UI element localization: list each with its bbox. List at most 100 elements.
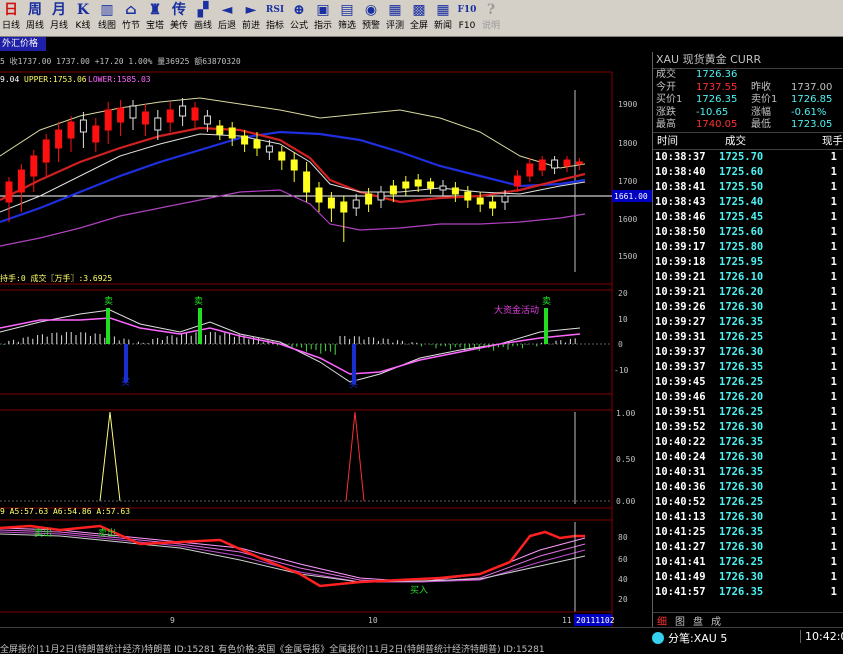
candle-body: [179, 105, 187, 117]
toolbar-icon-18: ▦: [436, 2, 450, 18]
ma-blue-line: [0, 130, 586, 224]
toolbar-button-14[interactable]: ▤ 筛选: [336, 0, 358, 36]
tick-time: 10:41:57: [655, 585, 706, 598]
kd-line-3: [0, 531, 586, 583]
toolbar-label-13: 指示: [313, 21, 332, 31]
tick-time: 10:41:25: [655, 525, 706, 538]
toolbar-icon-9: ◄: [221, 2, 233, 18]
panel2-tick-10: 10: [618, 315, 628, 324]
tick-row: 10:41:41 1726.25 1: [653, 555, 843, 570]
toolbar-icon-1: 周: [28, 2, 42, 18]
toolbar-button-1[interactable]: 周周线: [24, 0, 46, 36]
tick-time: 10:38:43: [655, 195, 706, 208]
quote-row: 最高 1740.05 最低 1723.05: [653, 119, 843, 132]
kd-buy-mark: 买入: [410, 585, 428, 596]
tick-volume: 1: [830, 165, 837, 178]
y-tick-1600: 1600: [618, 215, 637, 224]
quote-label: 涨跌: [656, 106, 676, 118]
quote-label: 买价1: [656, 94, 683, 105]
tab-chart[interactable]: 图: [671, 613, 689, 628]
toolbar-button-15[interactable]: ◉ 预警: [360, 0, 382, 36]
fenbi-indicator[interactable]: 分笔:XAU 5: [652, 630, 727, 646]
tick-time: 10:38:50: [655, 225, 706, 238]
toolbar-label-4: 线图: [97, 21, 116, 31]
main-info: 5 收1737.00 1737.00 +17.20 1.00% 量36925 额…: [0, 56, 241, 66]
tick-row: 10:39:18 1725.95 1: [653, 255, 843, 270]
signal-spike-1: [99, 411, 121, 502]
tick-row: 10:38:50 1725.60 1: [653, 225, 843, 240]
tick-volume: 1: [830, 360, 837, 373]
candle-body: [129, 105, 137, 119]
toolbar-button-18[interactable]: ▦ 新闻: [432, 0, 454, 36]
tick-price: 1725.60: [719, 165, 764, 178]
fenbi-label: 分笔:XAU 5: [668, 632, 728, 645]
tick-volume: 1: [830, 330, 837, 343]
toolbar-button-12[interactable]: ⊕ 公式: [288, 0, 310, 36]
tick-time: 10:38:40: [655, 165, 706, 178]
toolbar-button-16[interactable]: ▦ 评测: [384, 0, 406, 36]
candle-body: [117, 107, 125, 123]
toolbar-button-4[interactable]: ▥ 线图: [96, 0, 118, 36]
price-tab[interactable]: 外汇价格: [0, 37, 46, 51]
toolbar-button-13[interactable]: ▣ 指示: [312, 0, 334, 36]
osc-line-2: [0, 317, 581, 375]
sell-bar-2: [198, 308, 202, 344]
y-tick-1500: 1500: [618, 252, 637, 261]
quote-label: 成交: [656, 69, 676, 80]
toolbar-icon-6: ♜: [148, 2, 162, 18]
toolbar-button-6[interactable]: ♜ 宝塔: [144, 0, 166, 36]
kd-sell-mark-b: 卖出: [98, 527, 116, 539]
toolbar-label-0: 日线: [1, 21, 20, 31]
toolbar-button-0[interactable]: 日日线: [0, 0, 22, 36]
toolbar-button-20[interactable]: ? 说明: [480, 0, 502, 36]
current-price-label: 1661.00: [614, 192, 648, 201]
toolbar-icon-7: 传: [172, 2, 186, 18]
tick-time: 10:41:49: [655, 570, 706, 583]
toolbar-button-19[interactable]: F10 F10: [456, 0, 478, 36]
tab-deal[interactable]: 成: [707, 613, 725, 628]
tick-time: 10:39:21: [655, 270, 706, 283]
tick-price: 1726.20: [719, 285, 764, 298]
buy-bar-1: [124, 344, 128, 382]
quote-row: 今开 1737.55 昨收 1737.00: [653, 82, 843, 95]
tick-volume: 1: [830, 480, 837, 493]
tick-row: 10:41:25 1726.35 1: [653, 525, 843, 540]
ticks-list: 10:38:37 1725.70 1 10:38:40 1725.60 1 10:38:41…: [653, 150, 843, 600]
toolbar-button-10[interactable]: ► 前进: [240, 0, 262, 36]
tick-row: 10:40:22 1726.35 1: [653, 435, 843, 450]
panel2-tick-0: 0: [618, 340, 623, 349]
candle-body: [340, 201, 348, 213]
candle-body: [154, 117, 162, 131]
sell-mark-2: 卖: [194, 296, 203, 307]
quote-value: 1737.00: [791, 81, 833, 93]
panel2-info: 持手:0 成交〖万手〗:3.6925: [0, 273, 112, 283]
toolbar-icon-8: ▞: [197, 2, 209, 18]
toolbar-button-8[interactable]: ▞ 画线: [192, 0, 214, 36]
candle-body: [303, 171, 311, 193]
quote-value: 1723.05: [791, 119, 833, 130]
toolbar-button-7[interactable]: 传美传: [168, 0, 190, 36]
tick-volume: 1: [830, 450, 837, 463]
toolbar-label-16: 评测: [385, 21, 404, 31]
candle-body: [439, 185, 447, 191]
candle-body: [575, 161, 583, 165]
tick-time: 10:41:27: [655, 540, 706, 553]
toolbar-button-11[interactable]: RSI 指标: [264, 0, 286, 36]
tick-time: 10:39:52: [655, 420, 706, 433]
toolbar-button-2[interactable]: 月月线: [48, 0, 70, 36]
panel3-tick-1: 1.00: [616, 409, 635, 418]
tab-detail[interactable]: 细: [653, 613, 671, 628]
kd-line-1: [0, 527, 586, 583]
tick-volume: 1: [830, 315, 837, 328]
tab-board[interactable]: 盘: [689, 613, 707, 628]
toolbar-icon-15: ◉: [364, 2, 378, 18]
tick-time: 10:39:17: [655, 240, 706, 253]
toolbar-button-9[interactable]: ◄ 后退: [216, 0, 238, 36]
tick-volume: 1: [830, 195, 837, 208]
boll-lower-line: [0, 189, 586, 247]
toolbar-button-17[interactable]: ▩ 全屏: [408, 0, 430, 36]
toolbar-button-5[interactable]: ⌂ 竹节: [120, 0, 142, 36]
signal-spike-2: [345, 411, 365, 502]
candle-body: [42, 139, 50, 163]
toolbar-button-3[interactable]: K K线: [72, 0, 94, 36]
